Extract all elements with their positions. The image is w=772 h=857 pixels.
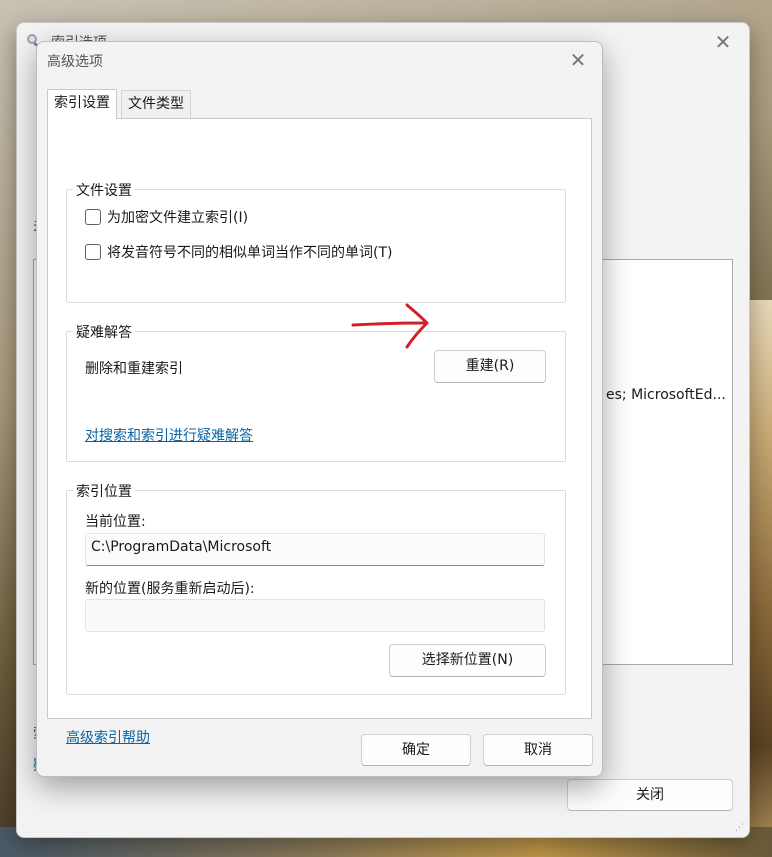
- troubleshoot-link[interactable]: 对搜索和索引进行疑难解答: [85, 425, 253, 445]
- new-location-field[interactable]: [85, 599, 545, 632]
- group-legend: 疑难解答: [73, 322, 135, 342]
- file-settings-group: 文件设置 为加密文件建立索引(I) 将发音符号不同的相似单词当作不同的单词(T): [66, 180, 566, 303]
- diacritics-option[interactable]: 将发音符号不同的相似单词当作不同的单词(T): [85, 242, 392, 262]
- encrypt-index-option[interactable]: 为加密文件建立索引(I): [85, 207, 248, 227]
- group-legend: 文件设置: [73, 180, 135, 200]
- checkbox[interactable]: [85, 244, 101, 260]
- advanced-help-link[interactable]: 高级索引帮助: [66, 727, 150, 747]
- close-icon[interactable]: ✕: [711, 31, 735, 55]
- rebuild-label: 删除和重建索引: [85, 361, 183, 377]
- new-location-label: 新的位置(服务重新启动后):: [85, 581, 255, 597]
- checkbox-label: 为加密文件建立索引(I): [107, 210, 249, 226]
- index-settings-panel: 文件设置 为加密文件建立索引(I) 将发音符号不同的相似单词当作不同的单词(T)…: [47, 118, 592, 746]
- troubleshooting-group: 疑难解答 删除和重建索引 重建(R) 对搜索和索引进行疑难解答: [66, 322, 566, 462]
- close-icon[interactable]: ✕: [564, 49, 592, 73]
- group-legend: 索引位置: [73, 481, 135, 501]
- index-location-group: 索引位置 当前位置: C:\ProgramData\Microsoft 新的位置…: [66, 481, 566, 695]
- close-button[interactable]: 关闭: [567, 779, 733, 811]
- select-new-location-button[interactable]: 选择新位置(N): [389, 644, 546, 677]
- current-location-label: 当前位置:: [85, 514, 146, 530]
- cancel-button[interactable]: 取消: [483, 734, 593, 766]
- tab-index-settings[interactable]: 索引设置: [47, 89, 117, 119]
- tab-file-types[interactable]: 文件类型: [121, 90, 191, 118]
- current-location-field[interactable]: C:\ProgramData\Microsoft: [85, 533, 545, 566]
- checkbox[interactable]: [85, 209, 101, 225]
- annotation-arrow-icon: [351, 303, 429, 349]
- advanced-options-dialog: 高级选项 ✕ 索引设置 文件类型 文件设置 为加密文件建立索引(I) 将发音符号…: [36, 41, 603, 777]
- resize-grip-icon[interactable]: ⋰: [735, 823, 747, 835]
- list-entry-text: es; MicrosoftEd...: [606, 387, 726, 403]
- checkbox-label: 将发音符号不同的相似单词当作不同的单词(T): [107, 245, 393, 261]
- rebuild-button[interactable]: 重建(R): [434, 350, 546, 383]
- ok-button[interactable]: 确定: [361, 734, 471, 766]
- dialog-title: 高级选项: [47, 54, 103, 70]
